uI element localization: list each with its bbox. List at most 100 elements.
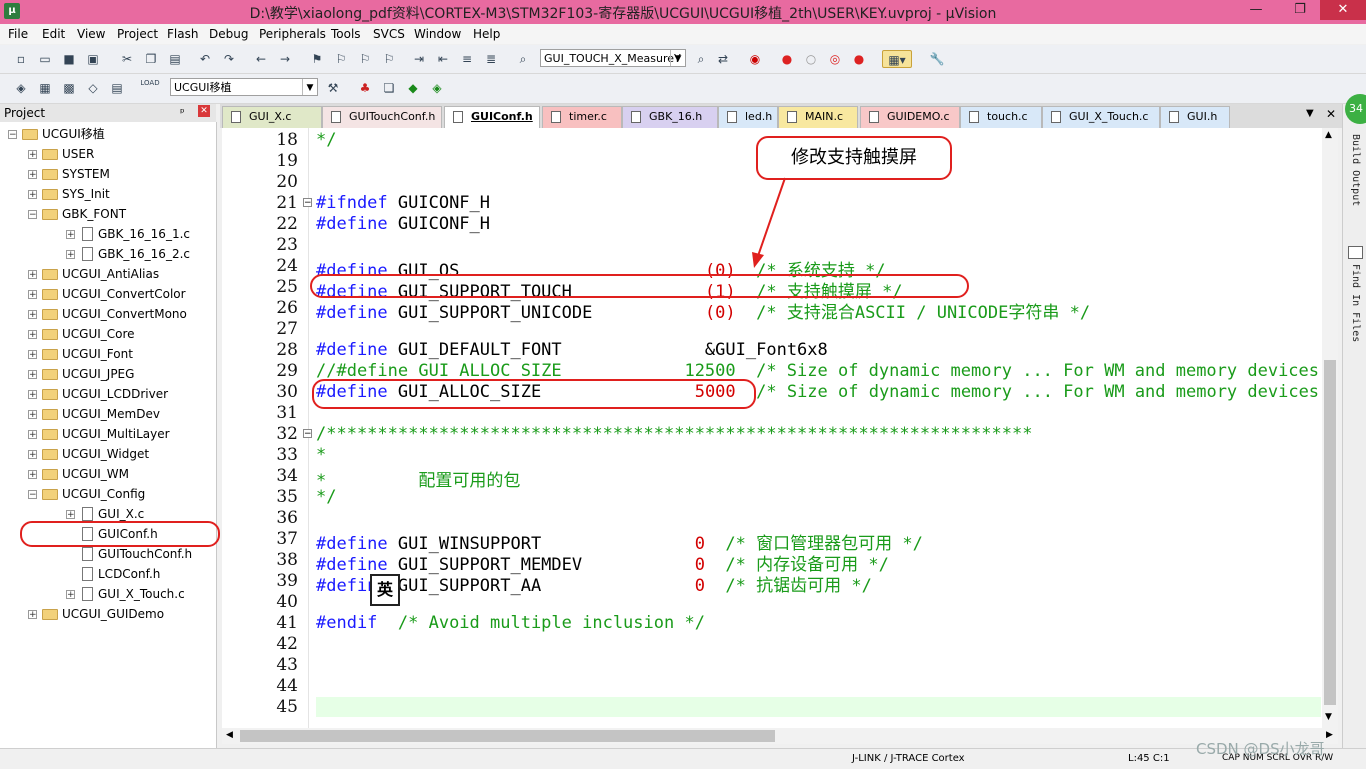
- open-folder-icon[interactable]: ▭: [36, 50, 54, 68]
- chevron-down-icon[interactable]: ▼: [302, 79, 317, 95]
- expand-icon[interactable]: +: [28, 610, 37, 620]
- chevron-down-icon[interactable]: ▼: [670, 50, 685, 66]
- collapse-icon[interactable]: −: [28, 210, 37, 220]
- menu-edit[interactable]: Edit: [42, 27, 65, 41]
- find-combo[interactable]: GUI_TOUCH_X_MeasureY ▼: [540, 49, 686, 67]
- expand-icon[interactable]: +: [66, 250, 75, 260]
- scroll-down-icon[interactable]: ▼: [1325, 712, 1332, 722]
- expand-icon[interactable]: +: [28, 450, 37, 460]
- expand-icon[interactable]: +: [28, 430, 37, 440]
- bookmark-next-icon[interactable]: ⚐: [356, 50, 374, 68]
- tree-file-item[interactable]: LCDConf.h: [0, 564, 214, 584]
- expand-icon[interactable]: +: [28, 390, 37, 400]
- tree-folder-item[interactable]: + UCGUI_ConvertMono: [0, 304, 214, 324]
- tab-gui-x-touch-c[interactable]: GUI_X_Touch.c: [1042, 106, 1160, 128]
- tab-list-icon[interactable]: ▼: [1306, 108, 1314, 119]
- tab-touch-c[interactable]: touch.c: [960, 106, 1042, 128]
- expand-icon[interactable]: +: [66, 230, 75, 240]
- fold-toggle-icon[interactable]: −: [303, 429, 312, 439]
- find-in-files-tab[interactable]: Find In Files: [1350, 264, 1361, 342]
- tab-guiconf-h[interactable]: GUIConf.h: [444, 106, 540, 128]
- tree-folder-item[interactable]: + UCGUI_LCDDriver: [0, 384, 214, 404]
- menu-project[interactable]: Project: [117, 27, 158, 41]
- tree-folder-item[interactable]: + UCGUI_Font: [0, 344, 214, 364]
- expand-icon[interactable]: +: [66, 510, 75, 520]
- expand-icon[interactable]: +: [28, 190, 37, 200]
- tree-folder-item[interactable]: + UCGUI_Widget: [0, 444, 214, 464]
- restore-button[interactable]: ❐: [1280, 0, 1320, 20]
- rte-icon[interactable]: ◈: [428, 79, 446, 97]
- menu-svcs[interactable]: SVCS: [373, 27, 405, 41]
- tree-folder-item[interactable]: + UCGUI_JPEG: [0, 364, 214, 384]
- bookmark-clear-icon[interactable]: ⚐: [380, 50, 398, 68]
- nav-forward-icon[interactable]: →: [276, 50, 294, 68]
- build-output-tab[interactable]: Build Output: [1350, 134, 1361, 206]
- tree-file-item[interactable]: + GBK_16_16_2.c: [0, 244, 214, 264]
- save-icon[interactable]: ■: [60, 50, 78, 68]
- menu-flash[interactable]: Flash: [167, 27, 198, 41]
- build-icon[interactable]: ▦: [36, 79, 54, 97]
- pack-installer-icon[interactable]: ◆: [404, 79, 422, 97]
- fold-toggle-icon[interactable]: −: [303, 198, 312, 208]
- comment-icon[interactable]: ≡: [458, 50, 476, 68]
- expand-icon[interactable]: +: [28, 410, 37, 420]
- menu-file[interactable]: File: [8, 27, 28, 41]
- tab-timer-c[interactable]: timer.c: [542, 106, 622, 128]
- collapse-icon[interactable]: −: [28, 490, 37, 500]
- tree-file-item[interactable]: + GUI_X_Touch.c: [0, 584, 214, 604]
- tab-led-h[interactable]: led.h: [718, 106, 778, 128]
- copy-icon[interactable]: ❐: [142, 50, 160, 68]
- notification-badge[interactable]: 34: [1345, 94, 1366, 124]
- tree-folder-item[interactable]: − GBK_FONT: [0, 204, 214, 224]
- select-packs-icon[interactable]: ❏: [380, 79, 398, 97]
- batch-build-icon[interactable]: ◇: [84, 79, 102, 97]
- expand-icon[interactable]: +: [28, 330, 37, 340]
- expand-icon[interactable]: +: [28, 150, 37, 160]
- uncomment-icon[interactable]: ≣: [482, 50, 500, 68]
- tree-folder-item[interactable]: + SYSTEM: [0, 164, 214, 184]
- tree-folder-item[interactable]: − UCGUI移植: [0, 124, 214, 144]
- indent-icon[interactable]: ⇥: [410, 50, 428, 68]
- cut-icon[interactable]: ✂: [118, 50, 136, 68]
- bookmark-icon[interactable]: ⚑: [308, 50, 326, 68]
- expand-icon[interactable]: +: [28, 170, 37, 180]
- redo-icon[interactable]: ↷: [220, 50, 238, 68]
- tree-folder-item[interactable]: + UCGUI_MemDev: [0, 404, 214, 424]
- menu-tools[interactable]: Tools: [331, 27, 361, 41]
- paste-icon[interactable]: ▤: [166, 50, 184, 68]
- new-file-icon[interactable]: ▫: [12, 50, 30, 68]
- vertical-scroll-thumb[interactable]: [1324, 360, 1336, 705]
- manage-components-icon[interactable]: ♣: [356, 79, 374, 97]
- scroll-right-icon[interactable]: ▶: [1326, 730, 1333, 740]
- tab-main-c[interactable]: MAIN.c: [778, 106, 858, 128]
- menu-peripherals[interactable]: Peripherals: [259, 27, 326, 41]
- expand-icon[interactable]: +: [28, 370, 37, 380]
- collapse-icon[interactable]: −: [8, 130, 17, 140]
- expand-icon[interactable]: +: [66, 590, 75, 600]
- tree-folder-item[interactable]: + UCGUI_MultiLayer: [0, 424, 214, 444]
- close-button[interactable]: ✕: [1320, 0, 1366, 20]
- expand-icon[interactable]: +: [28, 470, 37, 480]
- target-combo[interactable]: UCGUI移植 ▼: [170, 78, 318, 96]
- download-icon[interactable]: LOAD: [140, 79, 160, 97]
- tree-folder-item[interactable]: + UCGUI_AntiAlias: [0, 264, 214, 284]
- tree-folder-item[interactable]: + UCGUI_WM: [0, 464, 214, 484]
- expand-icon[interactable]: +: [28, 290, 37, 300]
- scroll-up-icon[interactable]: ▲: [1325, 130, 1332, 140]
- expand-icon[interactable]: +: [28, 310, 37, 320]
- scroll-left-icon[interactable]: ◀: [226, 730, 233, 740]
- translate-icon[interactable]: ◈: [12, 79, 30, 97]
- tab-guidemo-c[interactable]: GUIDEMO.c: [860, 106, 960, 128]
- breakpoint-kill-icon[interactable]: ●: [850, 50, 868, 68]
- find-icon[interactable]: ⌕: [692, 50, 710, 68]
- stop-build-icon[interactable]: ▤: [108, 79, 126, 97]
- tab-gbk16-h[interactable]: GBK_16.h: [622, 106, 718, 128]
- tab-gui-x-c[interactable]: GUI_X.c: [222, 106, 322, 128]
- undo-icon[interactable]: ↶: [196, 50, 214, 68]
- close-icon[interactable]: ✕: [198, 105, 210, 117]
- menu-window[interactable]: Window: [414, 27, 461, 41]
- pin-icon[interactable]: ᵖ: [180, 106, 185, 119]
- unindent-icon[interactable]: ⇤: [434, 50, 452, 68]
- tree-folder-item[interactable]: + USER: [0, 144, 214, 164]
- rebuild-icon[interactable]: ▩: [60, 79, 78, 97]
